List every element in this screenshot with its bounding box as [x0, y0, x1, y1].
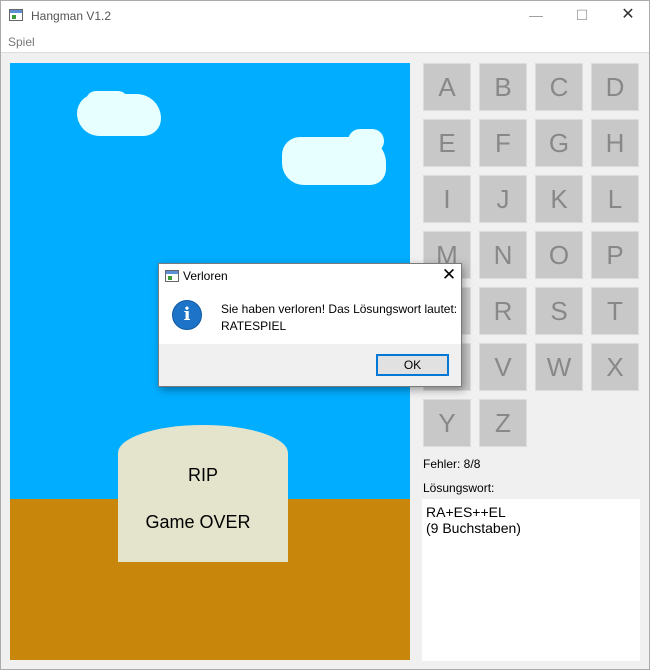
maximize-button[interactable]: ☐: [559, 1, 605, 31]
dialog-close-button[interactable]: ✕: [437, 265, 461, 287]
cloud: [86, 91, 128, 111]
close-button[interactable]: ✕: [605, 1, 650, 31]
letter-button-w[interactable]: W: [535, 343, 583, 391]
dialog-solution-word: RATESPIEL: [221, 319, 287, 333]
letter-button-z[interactable]: Z: [479, 399, 527, 447]
letter-button-e[interactable]: E: [423, 119, 471, 167]
letter-button-l[interactable]: L: [591, 175, 639, 223]
minimize-button[interactable]: —: [513, 1, 559, 31]
letter-button-p[interactable]: P: [591, 231, 639, 279]
letter-button-h[interactable]: H: [591, 119, 639, 167]
dialog-message: Sie haben verloren! Das Lösungswort laut…: [221, 302, 458, 316]
menu-spiel[interactable]: Spiel: [8, 35, 35, 49]
dialog-title: Verloren: [183, 269, 228, 283]
letter-button-s[interactable]: S: [535, 287, 583, 335]
solution-length: (9 Buchstaben): [426, 520, 521, 536]
letter-button-x[interactable]: X: [591, 343, 639, 391]
window-title: Hangman V1.2: [31, 9, 112, 23]
letter-button-j[interactable]: J: [479, 175, 527, 223]
tombstone: RIP Game OVER: [118, 425, 288, 562]
letter-button-n[interactable]: N: [479, 231, 527, 279]
letter-button-d[interactable]: D: [591, 63, 639, 111]
tombstone-rip-text: RIP: [187, 465, 218, 485]
ok-button[interactable]: OK: [376, 354, 449, 376]
letter-button-c[interactable]: C: [535, 63, 583, 111]
letter-button-r[interactable]: R: [479, 287, 527, 335]
letter-button-o[interactable]: O: [535, 231, 583, 279]
app-icon: [9, 9, 23, 21]
letter-button-k[interactable]: K: [535, 175, 583, 223]
hangman-window: Hangman V1.2 — ☐ ✕ Spiel RIP Game OVER A…: [0, 0, 650, 670]
letter-button-f[interactable]: F: [479, 119, 527, 167]
dialog-footer: OK: [159, 344, 461, 386]
menu-bar: Spiel: [1, 31, 649, 53]
letter-button-i[interactable]: I: [423, 175, 471, 223]
errors-label: Fehler: 8/8: [423, 457, 481, 471]
solution-label: Lösungswort:: [423, 481, 495, 495]
letter-button-y[interactable]: Y: [423, 399, 471, 447]
solution-pattern: RA+ES++EL: [426, 504, 506, 520]
lost-dialog: Verloren ✕ i Sie haben verloren! Das Lös…: [158, 263, 462, 387]
letter-button-t[interactable]: T: [591, 287, 639, 335]
solution-display: RA+ES++EL (9 Buchstaben): [422, 499, 640, 661]
cloud: [348, 129, 384, 153]
letter-button-b[interactable]: B: [479, 63, 527, 111]
tombstone-game-over-text: Game OVER: [145, 512, 251, 532]
info-icon: i: [172, 300, 202, 330]
dialog-app-icon: [165, 270, 179, 282]
letter-button-a[interactable]: A: [423, 63, 471, 111]
letter-button-g[interactable]: G: [535, 119, 583, 167]
letter-buttons-grid: A B C D E F G H I J K L M N O P Q R S T …: [423, 63, 643, 448]
letter-button-v[interactable]: V: [479, 343, 527, 391]
title-bar[interactable]: Hangman V1.2 — ☐ ✕: [1, 1, 649, 31]
